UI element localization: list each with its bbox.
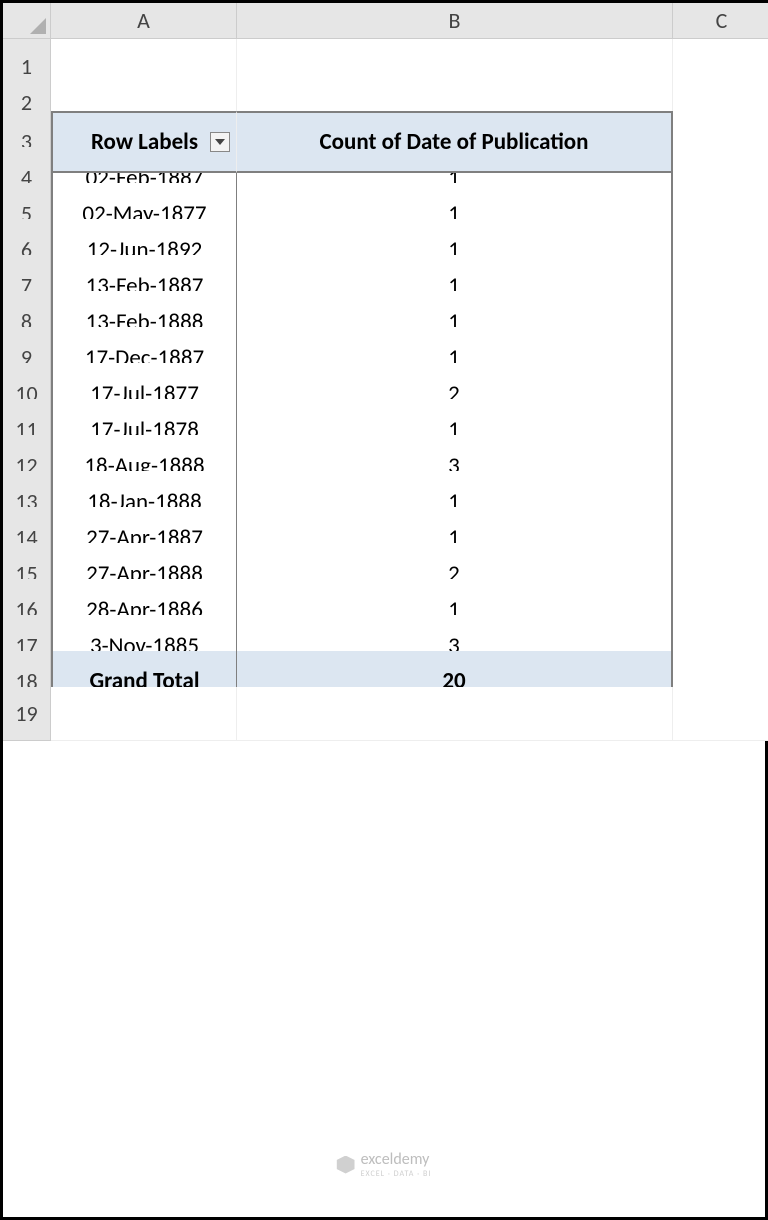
column-header-B[interactable]: B [237, 3, 673, 39]
pivot-header-label: Row Labels [91, 128, 198, 156]
empty-cell[interactable] [237, 687, 673, 741]
logo-icon [337, 1156, 355, 1174]
row-header-19[interactable]: 19 [3, 687, 51, 741]
column-header-C[interactable]: C [673, 3, 768, 39]
watermark-name: exceldemy [361, 1150, 430, 1169]
column-header-A[interactable]: A [51, 3, 237, 39]
filter-dropdown-icon[interactable] [210, 132, 230, 152]
pivot-header-row-labels[interactable]: Row Labels [51, 111, 237, 173]
empty-cell[interactable] [51, 687, 237, 741]
watermark-tag: EXCEL · DATA · BI [361, 1169, 432, 1179]
empty-cell[interactable] [673, 687, 768, 741]
pivot-header-count[interactable]: Count of Date of Publication [237, 111, 673, 173]
watermark: exceldemy EXCEL · DATA · BI [337, 1150, 432, 1179]
select-all-corner[interactable] [3, 3, 51, 39]
